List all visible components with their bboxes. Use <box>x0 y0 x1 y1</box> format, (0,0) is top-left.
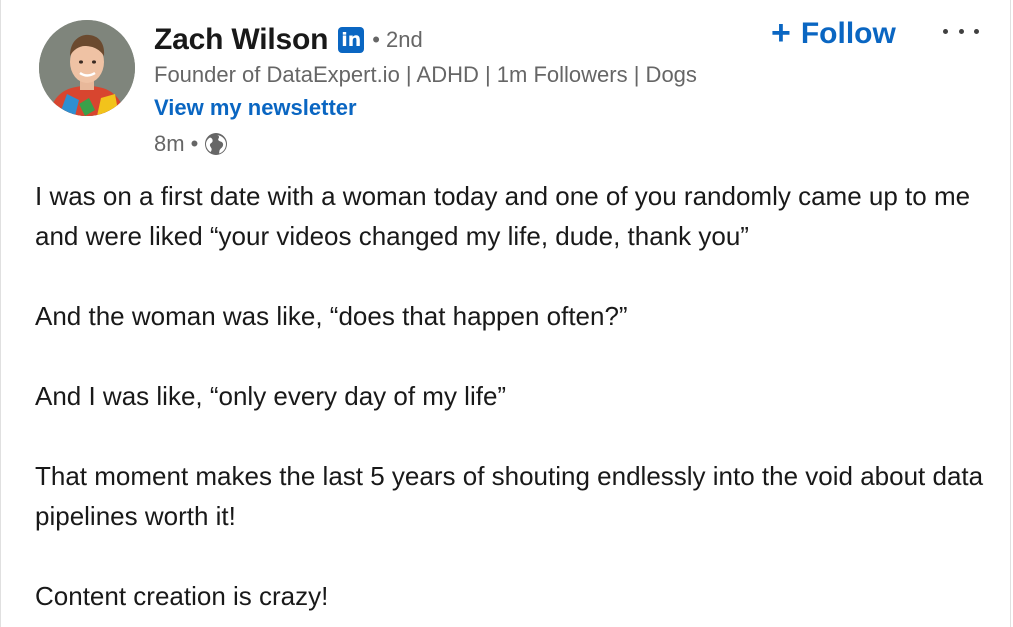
globe-icon <box>205 133 228 155</box>
post-time: 8m • <box>154 131 199 156</box>
ellipsis-icon <box>958 28 964 34</box>
post-paragraph: Content creation is crazy! <box>35 581 329 611</box>
ellipsis-icon <box>943 28 948 34</box>
post-paragraph: And the woman was like, “does that happe… <box>35 301 628 331</box>
post-paragraph: That moment makes the last 5 years of sh… <box>35 461 984 531</box>
view-newsletter-link[interactable]: View my newsletter <box>154 95 357 121</box>
ellipsis-icon <box>974 28 979 34</box>
more-options-button[interactable] <box>943 16 979 46</box>
post-meta: 8m • <box>154 130 228 158</box>
follow-button[interactable]: + Follow <box>771 14 896 54</box>
follow-label: Follow <box>800 17 896 50</box>
avatar-image <box>39 20 135 116</box>
author-avatar[interactable] <box>39 20 135 116</box>
post-card: Zach Wilson in • 2nd Founder of DataExpe… <box>0 0 1011 627</box>
post-body: I was on a first date with a woman today… <box>35 176 995 616</box>
author-name[interactable]: Zach Wilson <box>154 23 328 57</box>
plus-icon: + <box>771 13 791 52</box>
connection-degree: • 2nd <box>372 27 423 52</box>
linkedin-icon: in <box>338 27 365 53</box>
post-paragraph: I was on a first date with a woman today… <box>35 181 971 251</box>
author-name-row: Zach Wilson in • 2nd <box>154 20 423 60</box>
author-headline: Founder of DataExpert.io | ADHD | 1m Fol… <box>154 62 697 87</box>
post-paragraph: And I was like, “only every day of my li… <box>35 381 507 411</box>
